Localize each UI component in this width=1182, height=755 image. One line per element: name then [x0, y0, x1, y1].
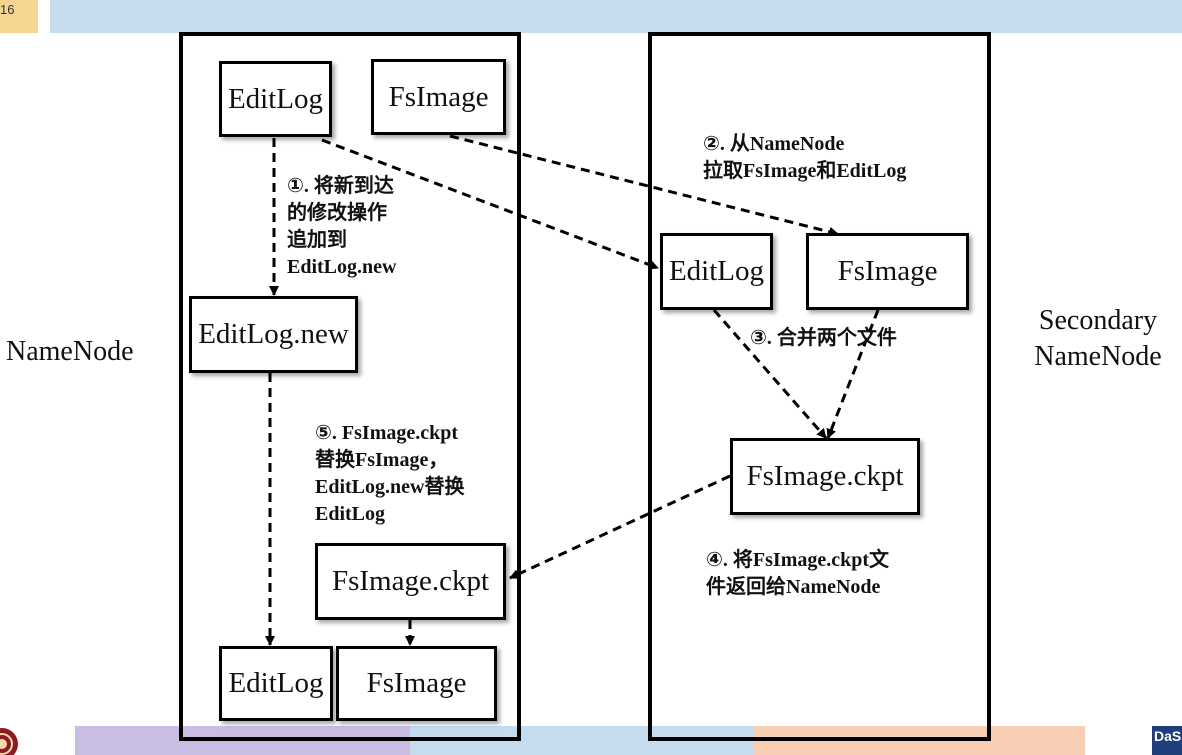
nn-editlog-box: EditLog [219, 61, 332, 137]
step1-line3: 追加到 [287, 229, 347, 251]
step5-line2: 替换FsImage， [315, 449, 449, 471]
nn-editlog-new-box: EditLog.new [189, 296, 358, 373]
nn-fsimage-final-box: FsImage [336, 646, 497, 721]
dase-logo-icon: DaS [1152, 726, 1182, 755]
step1-line4: EditLog.new [287, 256, 397, 278]
step5-line3: EditLog.new替换 [315, 476, 465, 498]
step5-line1: ⑤. FsImage.ckpt [315, 422, 459, 444]
step5-line4: EditLog [315, 503, 386, 525]
dase-logo-text: DaS [1154, 728, 1182, 744]
namenode-label: NameNode [6, 336, 134, 367]
step4-line2: 件返回给NameNode [706, 576, 881, 598]
step4-note: ④. 将FsImage.ckpt文 件返回给NameNode [706, 547, 889, 601]
top-banner [50, 0, 1182, 33]
step3-note: ③. 合并两个文件 [750, 327, 897, 349]
step1-line2: 的修改操作 [287, 202, 387, 224]
nn-fsimage-box: FsImage [371, 59, 506, 135]
secondary-label-line2: NameNode [1034, 341, 1162, 372]
snn-editlog-box: EditLog [660, 233, 773, 310]
step5-note: ⑤. FsImage.ckpt 替换FsImage， EditLog.new替换… [315, 420, 464, 528]
page-number: 16 [0, 0, 38, 33]
secondary-label-line1: Secondary [1038, 305, 1158, 336]
nn-fsimage-ckpt-box: FsImage.ckpt [315, 543, 506, 620]
arrows-layer [265, 134, 880, 646]
step1-line1: ①. 将新到达 [287, 175, 394, 197]
step2-note: ②. 从NameNode 拉取FsImage和EditLog [703, 131, 906, 185]
snn-fsimage-box: FsImage [806, 233, 969, 310]
nn-editlog-final-box: EditLog [219, 646, 333, 721]
step2-line2: 拉取FsImage和EditLog [703, 160, 907, 182]
snn-fsimage-ckpt-box: FsImage.ckpt [730, 438, 920, 515]
step4-line1: ④. 将FsImage.ckpt文 [706, 549, 890, 571]
namenode-container [179, 32, 521, 741]
step2-line1: ②. 从NameNode [703, 133, 845, 155]
university-seal-icon [0, 728, 18, 755]
step1-note: ①. 将新到达 的修改操作 追加到 EditLog.new [287, 173, 396, 281]
secondary-namenode-label: Secondary NameNode [1028, 303, 1168, 375]
